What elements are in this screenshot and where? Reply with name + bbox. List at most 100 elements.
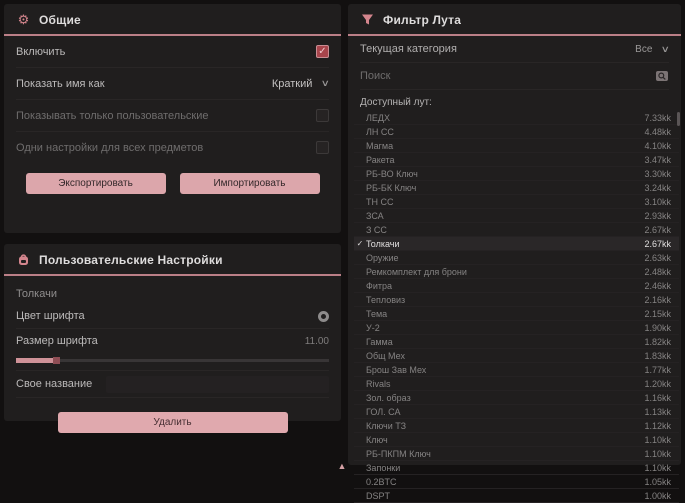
loot-item-row[interactable]: ЛН СС4.48kk [354, 125, 679, 139]
loot-item-name: ЛЕДХ [366, 113, 644, 123]
loot-item-value: 2.63kk [644, 253, 679, 263]
loot-item-row[interactable]: Магма4.10kk [354, 139, 679, 153]
slider-fill [16, 358, 56, 363]
loot-item-value: 7.33kk [644, 113, 679, 123]
loot-item-row[interactable]: РБ-ПКПМ Ключ1.10kk [354, 447, 679, 461]
custom-name-row: Свое название [16, 371, 329, 398]
loot-item-name: ТН СС [366, 197, 644, 207]
loot-item-row[interactable]: Фитра2.46kk [354, 279, 679, 293]
font-size-slider[interactable] [16, 356, 329, 366]
loot-item-name: Фитра [366, 281, 644, 291]
loot-item-value: 1.77kk [644, 365, 679, 375]
loot-item-row[interactable]: ✓Толкачи2.67kk [354, 237, 679, 251]
name-display-select[interactable]: Краткий ∨ [272, 78, 329, 90]
loot-item-row[interactable]: Rivals1.20kk [354, 377, 679, 391]
setting-row-only-custom: Показывать только пользовательские ✓ [16, 100, 329, 132]
loot-item-value: 2.93kk [644, 211, 679, 221]
loot-item-name: ГОЛ. СА [366, 407, 644, 417]
loot-item-row[interactable]: ГОЛ. СА1.13kk [354, 405, 679, 419]
category-label: Текущая категория [360, 43, 457, 55]
loot-item-row[interactable]: Общ Мех1.83kk [354, 349, 679, 363]
same-settings-checkbox[interactable]: ✓ [316, 141, 329, 154]
loot-item-value: 2.67kk [644, 239, 679, 249]
general-panel: ⚙ Общие Включить ✓ Показать имя как Крат… [4, 4, 341, 233]
loot-item-row[interactable]: З СС2.67kk [354, 223, 679, 237]
loot-item-value: 3.24kk [644, 183, 679, 193]
loot-item-row[interactable]: Ключи ТЗ1.12kk [354, 419, 679, 433]
loot-list: ЛЕДХ7.33kkЛН СС4.48kkМагма4.10kkРакета3.… [354, 111, 679, 503]
loot-item-row[interactable]: Ремкомплект для брони2.48kk [354, 265, 679, 279]
gear-icon: ⚙ [16, 12, 31, 27]
loot-item-name: Ракета [366, 155, 644, 165]
font-color-row: Цвет шрифта [16, 304, 329, 329]
loot-item-row[interactable]: 0.2BTC1.05kk [354, 475, 679, 489]
export-button[interactable]: Экспортировать [26, 173, 166, 194]
search-input[interactable] [360, 70, 655, 82]
loot-item-row[interactable]: ЛЕДХ7.33kk [354, 111, 679, 125]
color-picker-icon[interactable] [318, 311, 329, 322]
loot-item-value: 2.67kk [644, 225, 679, 235]
chevron-down-icon: ∨ [321, 78, 330, 89]
search-icon[interactable] [655, 70, 669, 82]
loot-item-name: Зол. образ [366, 393, 644, 403]
loot-item-name: Брош Зав Мех [366, 365, 644, 375]
loot-item-row[interactable]: Тема2.15kk [354, 307, 679, 321]
category-value: Все [635, 44, 652, 55]
enable-label: Включить [16, 46, 65, 58]
category-row: Текущая категория Все ∨ [360, 36, 669, 63]
slider-handle[interactable] [53, 357, 60, 364]
loot-item-row[interactable]: ЗСА2.93kk [354, 209, 679, 223]
enable-checkbox[interactable]: ✓ [316, 45, 329, 58]
setting-row-enable: Включить ✓ [16, 36, 329, 68]
loot-item-name: Ключи ТЗ [366, 421, 644, 431]
user-settings-panel: Пользовательские Настройки Толкачи Цвет … [4, 244, 341, 421]
loot-item-row[interactable]: Зол. образ1.16kk [354, 391, 679, 405]
font-size-value: 11.00 [305, 336, 329, 347]
setting-row-same-settings: Одни настройки для всех предметов ✓ [16, 132, 329, 163]
loot-item-name: DSPT [366, 491, 644, 501]
loot-filter-title: Фильтр Лута [383, 13, 461, 27]
loot-item-row[interactable]: У-21.90kk [354, 321, 679, 335]
same-settings-label: Одни настройки для всех предметов [16, 142, 203, 154]
loot-item-name: Гамма [366, 337, 644, 347]
loot-item-name: Тепловиз [366, 295, 644, 305]
loot-item-row[interactable]: Ракета3.47kk [354, 153, 679, 167]
import-button[interactable]: Импортировать [180, 173, 320, 194]
loot-item-row[interactable]: Гамма1.82kk [354, 335, 679, 349]
custom-name-label: Свое название [16, 378, 92, 390]
loot-item-row[interactable]: Брош Зав Мех1.77kk [354, 363, 679, 377]
loot-item-name: ЗСА [366, 211, 644, 221]
user-settings-header: Пользовательские Настройки [4, 244, 341, 274]
loot-item-name: РБ-ВО Ключ [366, 169, 644, 179]
loot-item-value: 3.30kk [644, 169, 679, 179]
custom-name-input[interactable] [106, 376, 329, 393]
loot-item-row[interactable]: ТН СС3.10kk [354, 195, 679, 209]
loot-item-row[interactable]: РБ-ВО Ключ3.30kk [354, 167, 679, 181]
loot-item-value: 1.10kk [644, 449, 679, 459]
slider-track [16, 359, 329, 362]
scrollbar-thumb[interactable] [677, 112, 680, 126]
collapse-handle-icon[interactable]: ▲ [336, 461, 348, 471]
loot-item-name: Толкачи [366, 239, 644, 249]
selected-item-name: Толкачи [16, 282, 329, 304]
loot-item-row[interactable]: Оружие2.63kk [354, 251, 679, 265]
loot-item-name: З СС [366, 225, 644, 235]
loot-item-row[interactable]: РБ-БК Ключ3.24kk [354, 181, 679, 195]
only-custom-label: Показывать только пользовательские [16, 110, 209, 122]
loot-item-name: Запонки [366, 463, 644, 473]
loot-item-name: Магма [366, 141, 644, 151]
loot-item-value: 2.16kk [644, 295, 679, 305]
loot-item-value: 1.10kk [644, 435, 679, 445]
backpack-icon [16, 252, 31, 267]
loot-item-value: 1.82kk [644, 337, 679, 347]
loot-item-name: Оружие [366, 253, 644, 263]
delete-button[interactable]: Удалить [58, 412, 288, 433]
loot-item-value: 1.83kk [644, 351, 679, 361]
name-display-label: Показать имя как [16, 78, 105, 90]
category-select[interactable]: Все ∨ [635, 44, 669, 55]
loot-item-row[interactable]: Ключ1.10kk [354, 433, 679, 447]
loot-item-row[interactable]: Тепловиз2.16kk [354, 293, 679, 307]
general-panel-title: Общие [39, 13, 81, 27]
only-custom-checkbox[interactable]: ✓ [316, 109, 329, 122]
loot-item-row[interactable]: DSPT1.00kk [354, 489, 679, 503]
